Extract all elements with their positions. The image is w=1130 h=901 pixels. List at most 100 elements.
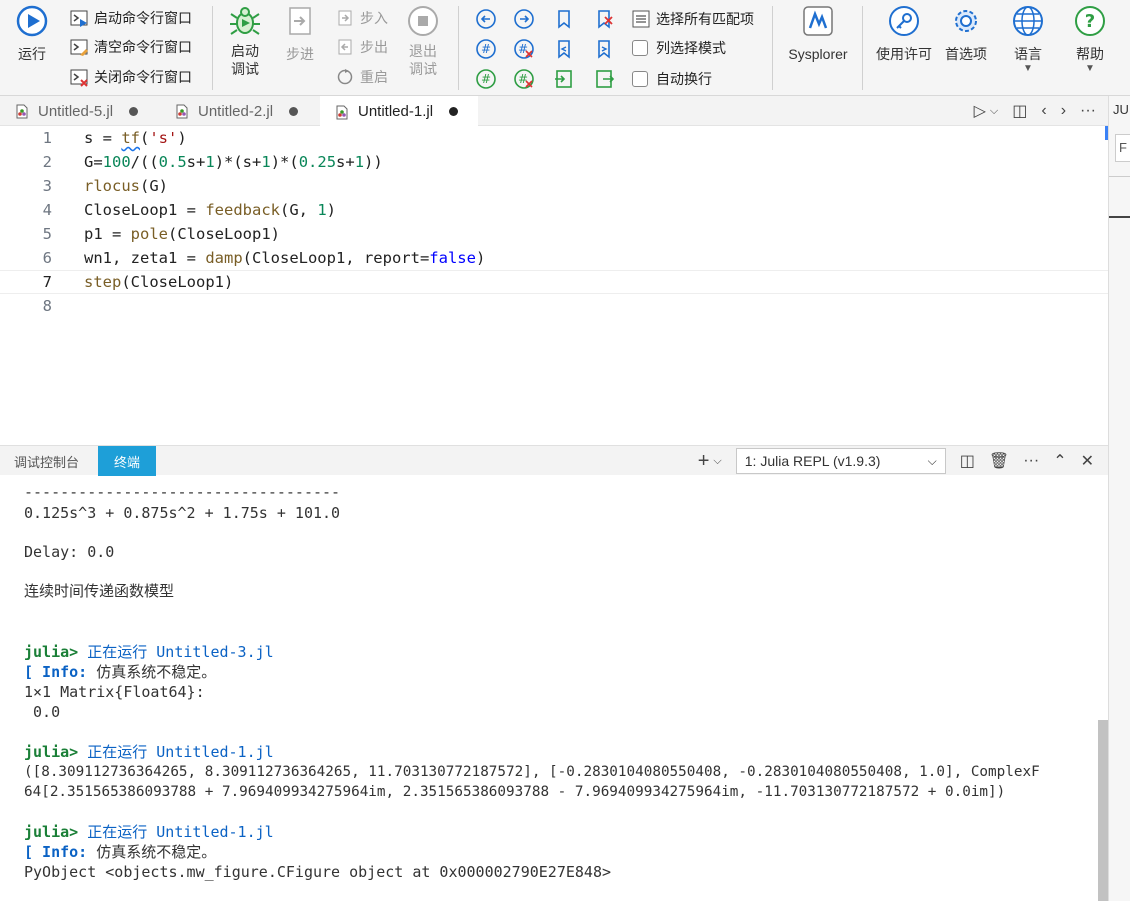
- split-editor-icon[interactable]: ◫: [1012, 101, 1027, 121]
- scrollbar-marker: [1105, 126, 1108, 140]
- close-cmd-window-button[interactable]: 关闭命令行窗口: [68, 64, 192, 90]
- bookmark-next-icon[interactable]: [590, 36, 618, 62]
- chevron-left-icon[interactable]: ‹: [1041, 102, 1046, 120]
- code-editor[interactable]: 1 s = tf('s') 2 G=100/((0.5s+1)*(s+1)*(0…: [0, 126, 1108, 444]
- column-select-checkbox[interactable]: 列选择模式: [632, 35, 726, 61]
- start-debug-label-2: 调试: [231, 61, 259, 77]
- terminal-select-value: 1: Julia REPL (v1.9.3): [744, 453, 881, 469]
- comment-toggle-icon[interactable]: #: [472, 36, 500, 62]
- select-all-matches-button[interactable]: 选择所有匹配项: [630, 6, 754, 32]
- running-label: 正在运行: [87, 823, 148, 841]
- help-button[interactable]: ? 帮助 ▼: [1068, 4, 1112, 74]
- clear-cmd-window-button[interactable]: 清空命令行窗口: [68, 34, 192, 60]
- bookmark-icon[interactable]: [550, 6, 578, 32]
- tab-untitled-5[interactable]: Untitled-5.jl: [0, 96, 160, 126]
- block-uncomment-icon[interactable]: #: [510, 66, 538, 92]
- code-line: 8: [0, 294, 1108, 318]
- bookmark-prev-icon[interactable]: [550, 36, 578, 62]
- preferences-button[interactable]: 首选项: [940, 4, 992, 64]
- run-file-icon[interactable]: ▷: [974, 101, 986, 121]
- step-in-button[interactable]: 步入: [334, 5, 388, 31]
- terminal-line: Delay: 0.0: [24, 543, 115, 561]
- run-icon: [15, 4, 49, 38]
- step-out-icon: [334, 36, 356, 58]
- tab-debug-console[interactable]: 调试控制台: [0, 446, 98, 476]
- terminal-line: 1×1 Matrix{Float64}:: [24, 683, 205, 701]
- line-number: 1: [42, 129, 52, 147]
- julia-file-icon: [14, 103, 30, 119]
- julia-file-icon: [174, 103, 190, 119]
- toolbar-separator: [862, 6, 863, 90]
- restart-button[interactable]: 重启: [334, 64, 388, 90]
- running-file: Untitled-1.jl: [156, 823, 274, 841]
- language-button[interactable]: 语言 ▼: [1006, 4, 1050, 74]
- checkbox-icon: [632, 71, 648, 87]
- split-terminal-icon[interactable]: ◫: [960, 451, 975, 471]
- language-label: 语言: [1014, 46, 1042, 62]
- panel-tab-bar: 调试控制台 终端 + ⌵ 1: Julia REPL (v1.9.3) ⌵ ◫ …: [0, 445, 1108, 476]
- app-window: 运行 启动命令行窗口 清空命令行窗口 关闭命令行窗口 启动 调试 步进 步入 步…: [0, 0, 1130, 901]
- terminal-line: julia> 正在运行 Untitled-1.jl: [24, 742, 274, 762]
- step-out-button[interactable]: 步出: [334, 34, 388, 60]
- svg-text:#: #: [481, 42, 491, 56]
- block-comment-icon[interactable]: #: [472, 66, 500, 92]
- sysplorer-button[interactable]: Sysplorer: [780, 4, 856, 64]
- info-message: 仿真系统不稳定。: [96, 663, 217, 681]
- more-icon[interactable]: ···: [1023, 452, 1039, 470]
- run-button[interactable]: 运行: [10, 4, 54, 64]
- chevron-down-icon[interactable]: ⌵: [713, 455, 721, 468]
- chevron-down-icon: ▼: [1085, 63, 1095, 74]
- chevron-right-icon[interactable]: ›: [1061, 102, 1066, 120]
- license-button[interactable]: 使用许可: [872, 4, 936, 64]
- indent-out-icon[interactable]: [590, 66, 618, 92]
- start-debug-button[interactable]: 启动 调试: [222, 4, 268, 78]
- indent-in-icon[interactable]: [550, 66, 578, 92]
- close-cmd-window-label: 关闭命令行窗口: [94, 69, 192, 85]
- terminal-clear-icon: [68, 36, 90, 58]
- terminal-line: 0.0: [24, 703, 61, 721]
- terminal-scrollbar[interactable]: [1098, 720, 1108, 901]
- clear-cmd-window-label: 清空命令行窗口: [94, 39, 192, 55]
- unsaved-dot-icon: [289, 106, 299, 116]
- tab-untitled-1[interactable]: Untitled-1.jl: [320, 96, 478, 127]
- auto-wrap-checkbox[interactable]: 自动换行: [632, 66, 712, 92]
- more-icon[interactable]: ···: [1080, 102, 1096, 120]
- comment-remove-icon[interactable]: #: [510, 36, 538, 62]
- preferences-label: 首选项: [945, 46, 987, 62]
- svg-text:#: #: [481, 72, 491, 86]
- chevron-up-icon[interactable]: ⌃: [1053, 451, 1066, 471]
- terminal-line: 连续时间传递函数模型: [24, 582, 175, 600]
- tab-untitled-2[interactable]: Untitled-2.jl: [160, 96, 320, 126]
- bookmark-remove-icon[interactable]: [590, 6, 618, 32]
- tab-label: Untitled-5.jl: [38, 102, 114, 120]
- run-label: 运行: [18, 46, 46, 62]
- add-terminal-icon[interactable]: +: [698, 450, 710, 473]
- chevron-down-icon[interactable]: ⌵: [990, 105, 998, 118]
- step-in-icon: [334, 7, 356, 29]
- running-file: Untitled-3.jl: [156, 643, 274, 661]
- exit-debug-button[interactable]: 退出 调试: [402, 4, 444, 78]
- ribbon-toolbar: 运行 启动命令行窗口 清空命令行窗口 关闭命令行窗口 启动 调试 步进 步入 步…: [0, 0, 1130, 96]
- step-icon: [283, 4, 317, 38]
- line-number: 5: [42, 225, 52, 243]
- terminal-output[interactable]: ----------------------------------- 0.12…: [0, 476, 1098, 901]
- exit-debug-label-1: 退出: [409, 43, 437, 59]
- side-panel-field[interactable]: F: [1115, 134, 1130, 162]
- terminal-select[interactable]: 1: Julia REPL (v1.9.3) ⌵: [735, 448, 946, 474]
- info-tag: [ Info:: [24, 843, 88, 861]
- trash-icon[interactable]: 🗑: [989, 451, 1009, 471]
- tab-label: Untitled-2.jl: [198, 102, 274, 120]
- terminal-line: julia> 正在运行 Untitled-3.jl: [24, 642, 274, 662]
- divider: [1109, 176, 1130, 177]
- start-cmd-window-button[interactable]: 启动命令行窗口: [68, 5, 192, 31]
- arrow-right-circle-icon[interactable]: [510, 6, 538, 32]
- close-icon[interactable]: ✕: [1081, 451, 1094, 471]
- terminal-line: julia> 正在运行 Untitled-1.jl: [24, 822, 274, 842]
- terminal-line: ([8.309112736364265, 8.309112736364265, …: [24, 764, 1040, 780]
- code-line: 4 CloseLoop1 = feedback(G, 1): [0, 198, 1108, 222]
- toolbar-separator: [458, 6, 459, 90]
- arrow-left-circle-icon[interactable]: [472, 6, 500, 32]
- step-button[interactable]: 步进: [278, 4, 322, 64]
- tab-terminal[interactable]: 终端: [98, 446, 156, 476]
- terminal-line: PyObject <objects.mw_figure.CFigure obje…: [24, 863, 611, 881]
